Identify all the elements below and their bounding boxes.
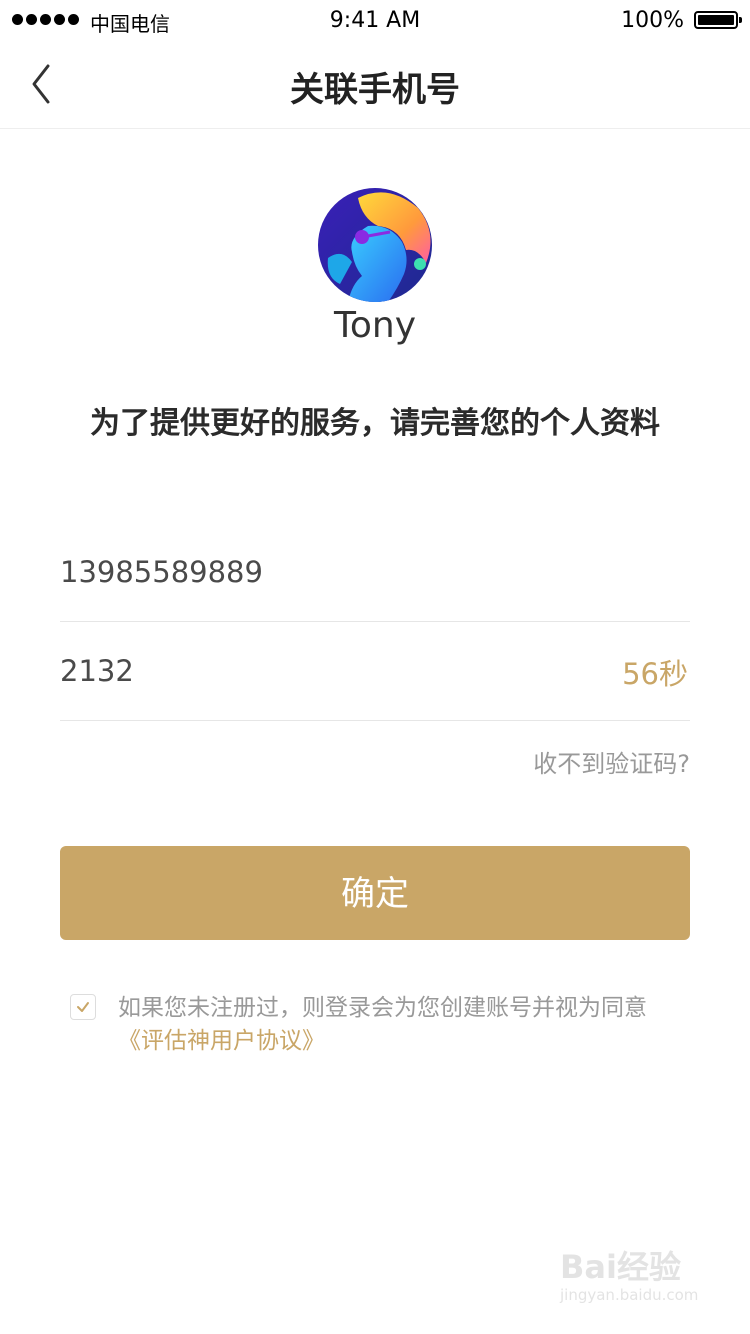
navigation-bar: 关联手机号 [0, 42, 750, 129]
username: Tony [333, 305, 417, 346]
subtitle-text: 为了提供更好的服务，请完善您的个人资料 [90, 406, 660, 441]
agreement-checkbox[interactable] [70, 994, 96, 1020]
phone-field-row [60, 522, 690, 622]
checkmark-icon [77, 1002, 89, 1012]
battery-icon [694, 11, 742, 29]
phone-input[interactable] [60, 542, 560, 602]
watermark-logo: Bai经验 [560, 1248, 681, 1286]
baidu-jingyan-watermark: Bai经验 jingyan.baidu.com [560, 1236, 710, 1316]
agreement-text-block: 如果您未注册过，则登录会为您创建账号并视为同意 《评估神用户协议》 [118, 992, 698, 1058]
agreement-text: 如果您未注册过，则登录会为您创建账号并视为同意 [118, 995, 647, 1021]
watermark-url: jingyan.baidu.com [560, 1286, 699, 1304]
countdown-timer[interactable]: 56秒 [622, 651, 688, 693]
page-title: 关联手机号 [290, 70, 460, 110]
status-bar: 中国电信 9:41 AM 100% [0, 0, 750, 42]
resend-code-link[interactable]: 收不到验证码? [533, 744, 690, 779]
user-agreement-link[interactable]: 《评估神用户协议》 [118, 1028, 325, 1054]
battery-percent: 100% [621, 8, 684, 33]
code-field-row: 56秒 [60, 621, 690, 721]
confirm-button[interactable]: 确定 [60, 846, 690, 940]
avatar [318, 188, 432, 302]
verification-code-input[interactable] [60, 641, 560, 701]
